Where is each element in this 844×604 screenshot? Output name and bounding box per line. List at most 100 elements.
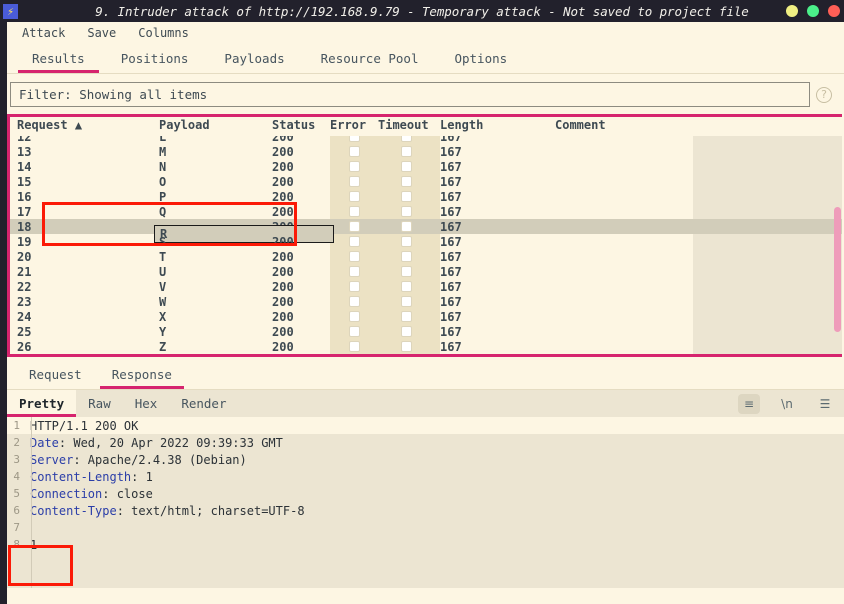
table-row[interactable]: 18R200167: [10, 219, 842, 243]
tab-render[interactable]: Render: [169, 390, 238, 417]
cell-request: 20: [17, 249, 32, 264]
cell-request: 19: [17, 234, 32, 249]
timeout-checkbox[interactable]: [400, 296, 412, 307]
cell-length: 167: [440, 279, 462, 294]
tab-resource-pool[interactable]: Resource Pool: [303, 44, 437, 73]
cell-length: 167: [440, 136, 462, 144]
menu-icon[interactable]: ☰: [814, 394, 836, 414]
table-row[interactable]: 13 M 200 167: [10, 144, 842, 159]
cell-error: [330, 266, 378, 277]
filter-input[interactable]: Filter: Showing all items: [10, 82, 810, 107]
error-checkbox[interactable]: [348, 176, 360, 187]
tab-options[interactable]: Options: [436, 44, 525, 73]
column-header-length[interactable]: Length: [440, 118, 550, 132]
error-checkbox[interactable]: [348, 206, 360, 217]
cell-payload: Z: [159, 339, 167, 354]
error-checkbox[interactable]: [348, 326, 360, 337]
table-row[interactable]: 16 P 200 167: [10, 189, 842, 204]
error-checkbox[interactable]: [348, 221, 360, 232]
error-checkbox[interactable]: [348, 281, 360, 292]
column-header-payload[interactable]: Payload: [85, 118, 260, 132]
cell-timeout: [378, 221, 434, 232]
tab-hex[interactable]: Hex: [123, 390, 170, 417]
cell-payload: N: [159, 159, 167, 174]
code-line: 1 HTTP/1.1 200 OK: [0, 417, 844, 434]
tab-pretty[interactable]: Pretty: [7, 390, 77, 417]
show-newlines-icon[interactable]: \n: [776, 394, 798, 414]
line-text: HTTP/1.1 200 OK: [24, 419, 138, 433]
timeout-checkbox[interactable]: [400, 266, 412, 277]
code-line: 2 Date: Wed, 20 Apr 2022 09:39:33 GMT: [0, 434, 844, 451]
table-row[interactable]: 19 S 200 167: [10, 234, 842, 249]
error-checkbox[interactable]: [348, 236, 360, 247]
tab-raw[interactable]: Raw: [76, 390, 123, 417]
tab-payloads[interactable]: Payloads: [206, 44, 302, 73]
header-name: Content-Length: [30, 469, 132, 484]
cell-payload: M: [159, 144, 167, 159]
table-row[interactable]: 20 T 200 167: [10, 249, 842, 264]
table-row[interactable]: 17 Q 200 167: [10, 204, 842, 219]
close-button[interactable]: [828, 5, 840, 17]
timeout-checkbox[interactable]: [400, 191, 412, 202]
timeout-checkbox[interactable]: [400, 146, 412, 157]
error-checkbox[interactable]: [348, 341, 360, 352]
cell-timeout: [378, 206, 434, 217]
table-row[interactable]: 24 X 200 167: [10, 309, 842, 324]
tab-results[interactable]: Results: [14, 44, 103, 73]
cell-status: 200: [272, 159, 294, 174]
column-header-request[interactable]: Request ▲: [10, 118, 85, 132]
cell-error: [330, 206, 378, 217]
table-row[interactable]: 21 U 200 167: [10, 264, 842, 279]
timeout-checkbox[interactable]: [400, 236, 412, 247]
menu-item-attack[interactable]: Attack: [22, 26, 65, 40]
cell-request: 21: [17, 264, 32, 279]
column-header-error[interactable]: Error: [330, 118, 378, 132]
tab-positions[interactable]: Positions: [103, 44, 207, 73]
timeout-checkbox[interactable]: [400, 161, 412, 172]
table-row[interactable]: 25 Y 200 167: [10, 324, 842, 339]
cell-request: 13: [17, 144, 32, 159]
error-checkbox[interactable]: [348, 161, 360, 172]
timeout-checkbox[interactable]: [400, 136, 412, 142]
tab-response[interactable]: Response: [97, 360, 187, 389]
response-viewer[interactable]: 1 HTTP/1.1 200 OK 2 Date: Wed, 20 Apr 2022 …: [0, 417, 844, 588]
error-checkbox[interactable]: [348, 191, 360, 202]
timeout-checkbox[interactable]: [400, 281, 412, 292]
timeout-checkbox[interactable]: [400, 206, 412, 217]
timeout-checkbox[interactable]: [400, 221, 412, 232]
help-icon[interactable]: ?: [816, 86, 832, 103]
results-vertical-scrollbar[interactable]: [834, 207, 841, 332]
minimize-button[interactable]: [786, 5, 798, 17]
error-checkbox[interactable]: [348, 251, 360, 262]
error-checkbox[interactable]: [348, 146, 360, 157]
error-checkbox[interactable]: [348, 296, 360, 307]
maximize-button[interactable]: [807, 5, 819, 17]
word-wrap-icon[interactable]: ≡: [738, 393, 760, 414]
timeout-checkbox[interactable]: [400, 176, 412, 187]
table-body: 12 L 200 167 13 M 200 167 14 N 200 167 15 O 200 167 16 P 2…: [10, 136, 842, 354]
table-row[interactable]: 12 L 200 167: [10, 136, 842, 144]
error-checkbox[interactable]: [348, 266, 360, 277]
timeout-checkbox[interactable]: [400, 326, 412, 337]
timeout-checkbox[interactable]: [400, 311, 412, 322]
error-checkbox[interactable]: [348, 136, 360, 142]
error-checkbox[interactable]: [348, 311, 360, 322]
column-header-comment[interactable]: Comment: [550, 118, 842, 132]
header-value: : Apache/2.4.38 (Debian): [73, 452, 247, 467]
table-row[interactable]: 15 O 200 167: [10, 174, 842, 189]
cell-length: 167: [440, 174, 462, 189]
column-header-timeout[interactable]: Timeout: [378, 118, 440, 132]
menu-item-columns[interactable]: Columns: [138, 26, 189, 40]
menu-item-save[interactable]: Save: [87, 26, 116, 40]
column-header-status[interactable]: Status: [260, 118, 330, 132]
timeout-checkbox[interactable]: [400, 251, 412, 262]
cell-error: [330, 311, 378, 322]
timeout-checkbox[interactable]: [400, 341, 412, 352]
view-icon-group: ≡ \n ☰: [738, 390, 836, 417]
table-row[interactable]: 14 N 200 167: [10, 159, 842, 174]
table-row[interactable]: 22 V 200 167: [10, 279, 842, 294]
cell-length: 167: [440, 264, 462, 279]
tab-request[interactable]: Request: [14, 360, 97, 389]
table-row[interactable]: 23 W 200 167: [10, 294, 842, 309]
table-row[interactable]: 26 Z 200 167: [10, 339, 842, 354]
